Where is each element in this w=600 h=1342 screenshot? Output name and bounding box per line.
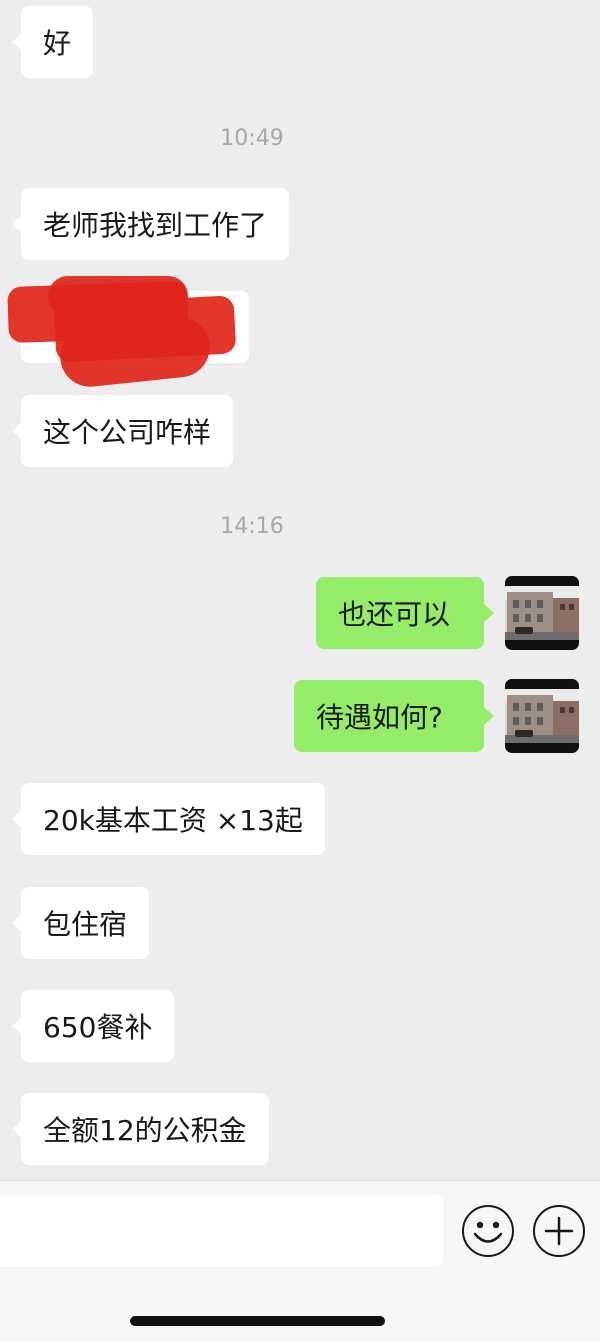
timestamp: 10:49	[220, 126, 284, 151]
message-incoming[interactable]: 老师我找到工作了	[11, 188, 290, 260]
message-incoming[interactable]: 20k基本工资 ×13起	[12, 783, 325, 855]
message-text: 20k基本工资 ×13起	[43, 804, 303, 837]
message-incoming[interactable]: 全额12的公积金	[12, 1093, 269, 1165]
avatar[interactable]	[505, 679, 579, 753]
input-bar	[0, 1180, 600, 1269]
chat-view[interactable]: 好 10:49 老师我找到工作了 这个公司咋样 14:16 也还可以 待遇如何?…	[0, 0, 600, 1180]
plus-icon[interactable]	[533, 1205, 585, 1257]
timestamp: 14:16	[220, 514, 284, 539]
message-text: 老师我找到工作了	[43, 209, 268, 242]
message-incoming[interactable]: 包住宿	[11, 887, 150, 959]
message-incoming[interactable]: 650餐补	[11, 990, 175, 1062]
message-incoming[interactable]: 这个公司咋样	[11, 395, 234, 467]
emoji-icon[interactable]	[462, 1205, 514, 1257]
message-text: 待遇如何?	[316, 701, 443, 734]
message-text: 好	[43, 27, 72, 60]
building-photo-icon	[505, 576, 579, 650]
plus-glyph-icon	[544, 1216, 574, 1246]
message-text: 全额12的公积金	[43, 1114, 247, 1147]
message-outgoing[interactable]: 待遇如何?	[294, 680, 494, 752]
message-text: 650餐补	[43, 1011, 153, 1044]
home-indicator-area	[0, 1268, 600, 1342]
message-incoming[interactable]: 好	[11, 6, 94, 78]
message-text: 也还可以	[338, 598, 451, 631]
avatar[interactable]	[505, 576, 579, 650]
message-text: 包住宿	[43, 908, 128, 941]
message-text: 这个公司咋样	[43, 416, 212, 449]
smiley-face-icon	[473, 1221, 503, 1243]
building-photo-icon	[505, 679, 579, 753]
home-indicator[interactable]	[130, 1316, 385, 1326]
message-outgoing[interactable]: 也还可以	[316, 577, 494, 649]
message-input[interactable]	[0, 1195, 443, 1267]
